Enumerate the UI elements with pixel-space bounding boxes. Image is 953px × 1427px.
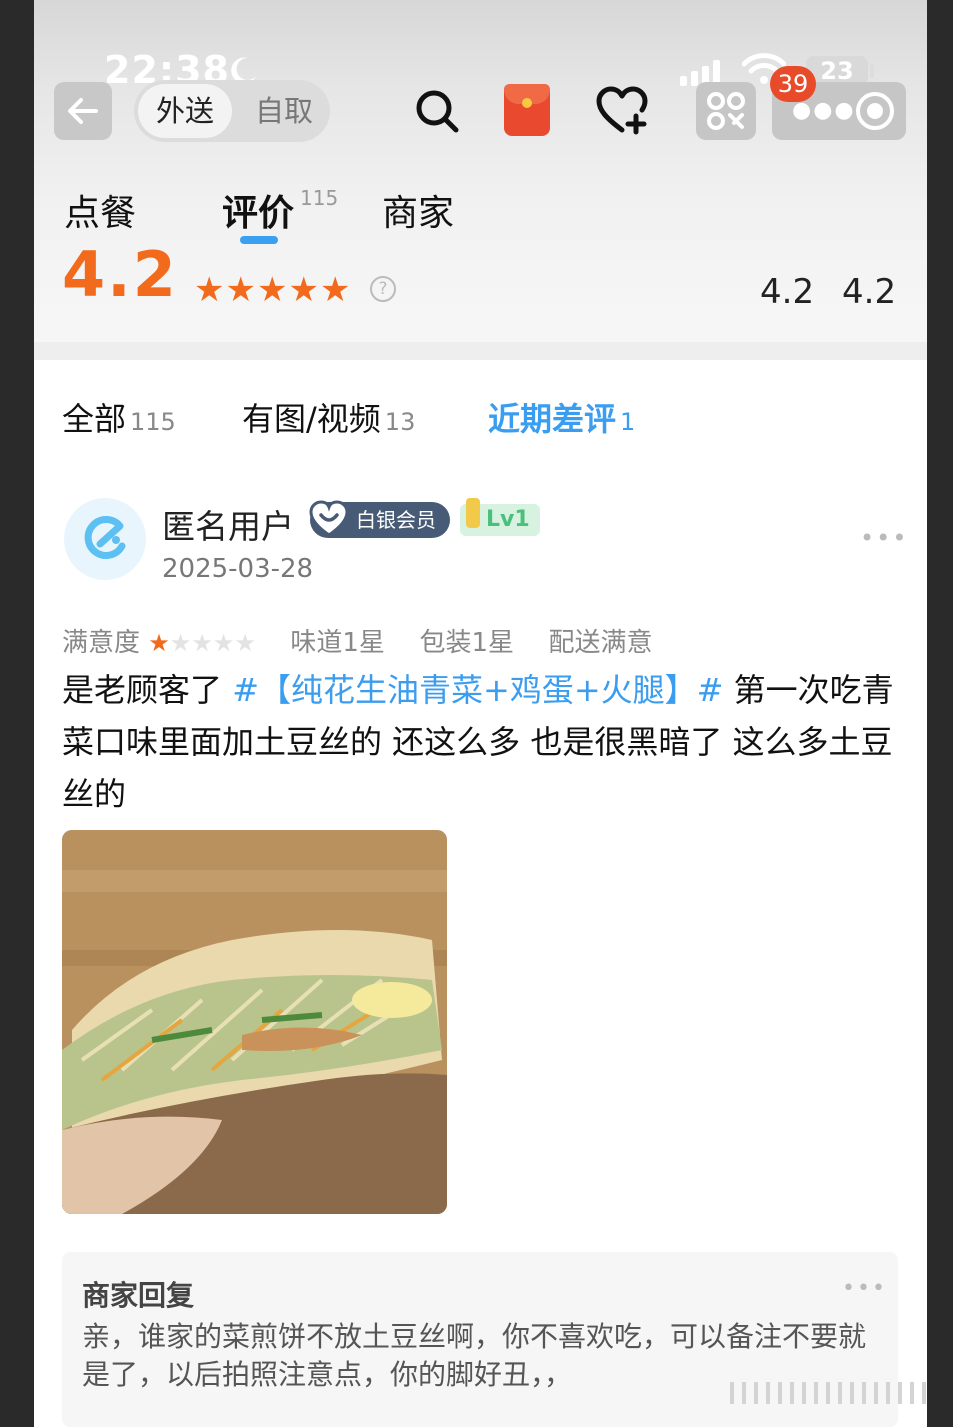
mode-delivery[interactable]: 外送	[138, 84, 232, 138]
score-star-icon: ★	[288, 270, 319, 310]
delivery-mode-toggle[interactable]: 外送 自取	[134, 80, 330, 142]
satisfaction-label: 满意度	[62, 628, 141, 658]
filter-all[interactable]: 全部 115	[62, 394, 176, 440]
satisfaction-star-icon: ★	[148, 629, 170, 657]
delivery-rating: 配送满意	[548, 628, 653, 658]
tab-order[interactable]: 点餐	[64, 184, 136, 236]
score-star-icon: ★	[194, 270, 225, 310]
review-text-part1: 是老顾客了	[62, 671, 233, 709]
rating-line: 满意度 ★★★★★ 味道1星 包装1星 配送满意	[62, 622, 653, 659]
overall-score: 4.2	[62, 238, 178, 311]
filter-bad-label: 近期差评	[488, 400, 617, 438]
anonymous-user-icon	[84, 516, 126, 559]
filter-media-label: 有图/视频	[242, 400, 381, 438]
dish-tag-link[interactable]: #【纯花生油青菜+鸡蛋+火腿】#	[232, 671, 723, 709]
score-stars: ★★★★★	[194, 270, 351, 310]
close-mini-program-icon[interactable]	[856, 92, 894, 130]
reply-more-icon[interactable]: •••	[842, 1276, 887, 1301]
help-icon[interactable]: ?	[370, 276, 396, 302]
review-date: 2025-03-28	[162, 554, 314, 584]
search-icon[interactable]	[414, 88, 460, 134]
app-screen: 22:38 23 外送 自取 ●●● 39 点餐 评价 115 商家 4.2 ★…	[34, 0, 927, 1427]
satisfaction-star-icon: ★	[191, 629, 213, 657]
member-badge: 白银会员	[309, 500, 450, 538]
filter-media-count: 13	[384, 408, 416, 436]
filter-all-label: 全部	[62, 400, 127, 438]
battery-tip	[870, 64, 874, 78]
filter-recent-bad[interactable]: 近期差评 1	[488, 394, 635, 440]
level-icon	[466, 498, 480, 528]
filter-media[interactable]: 有图/视频 13	[242, 394, 415, 440]
score-star-icon: ★	[319, 270, 351, 310]
filter-all-count: 115	[130, 408, 176, 436]
satisfaction-stars: ★★★★★	[148, 628, 256, 658]
level-badge: Lv1	[460, 498, 540, 536]
satisfaction-star-icon: ★	[212, 629, 235, 657]
score-star-icon: ★	[225, 270, 256, 310]
avatar[interactable]	[64, 498, 146, 580]
review-photo[interactable]	[62, 830, 447, 1214]
red-packet-icon[interactable]	[504, 84, 550, 136]
qr-code-icon	[707, 92, 745, 130]
member-heart-icon	[309, 500, 349, 537]
score-star-icon: ★	[256, 270, 288, 310]
back-button[interactable]	[54, 82, 112, 140]
filter-bad-count: 1	[620, 408, 636, 436]
sub-score-taste: 4.2	[760, 272, 815, 312]
food-photo-image	[62, 830, 447, 1214]
taste-rating: 味道1星	[290, 628, 385, 658]
tab-review-count: 115	[300, 186, 339, 210]
review-more-icon[interactable]: •••	[860, 524, 908, 552]
mode-pickup[interactable]: 自取	[242, 84, 326, 138]
member-badge-label: 白银会员	[356, 508, 436, 532]
favorite-add-icon[interactable]	[596, 86, 648, 136]
section-divider	[34, 342, 927, 360]
active-tab-indicator	[240, 236, 278, 244]
review-text: 是老顾客了 #【纯花生油青菜+鸡蛋+火腿】# 第一次吃青菜口味里面加土豆丝的 还…	[62, 664, 902, 820]
notification-badge: 39	[770, 66, 816, 102]
more-options-icon[interactable]: ●●●	[792, 98, 856, 123]
satisfaction-star-icon: ★	[234, 629, 256, 657]
satisfaction-star-icon: ★	[169, 629, 192, 657]
level-label: Lv1	[486, 507, 530, 532]
user-name: 匿名用户	[162, 507, 294, 546]
packaging-rating: 包装1星	[419, 628, 515, 658]
tab-merchant[interactable]: 商家	[382, 184, 454, 236]
watermark-overlay	[730, 1382, 927, 1404]
merchant-reply-title: 商家回复	[82, 1279, 195, 1312]
qr-code-button[interactable]	[696, 82, 756, 140]
arrow-left-icon	[68, 98, 98, 124]
tab-review[interactable]: 评价	[222, 184, 294, 236]
sub-score-packaging: 4.2	[842, 272, 897, 312]
